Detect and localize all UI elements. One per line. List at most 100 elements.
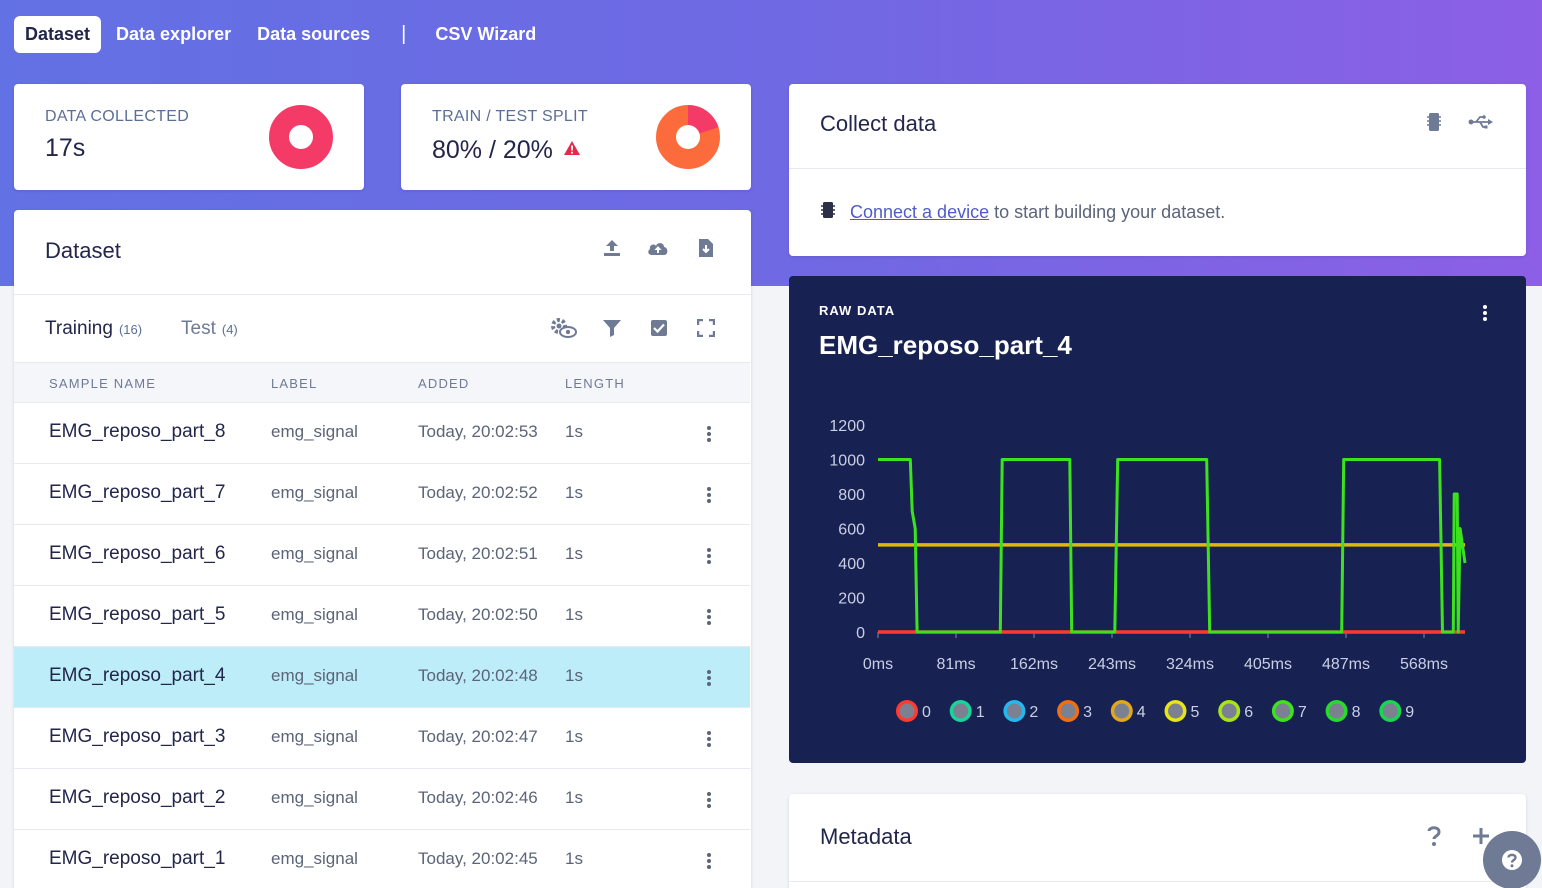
legend-swatch-inner-7 bbox=[1275, 703, 1291, 719]
added-cell: Today, 20:02:52 bbox=[418, 483, 538, 502]
data-collected-title: DATA COLLECTED bbox=[45, 108, 190, 125]
connect-device-link[interactable]: Connect a device bbox=[850, 202, 989, 223]
table-row[interactable]: EMG_reposo_part_4 emg_signal Today, 20:02:… bbox=[14, 647, 750, 708]
label-cell: emg_signal bbox=[271, 788, 358, 807]
label-cell: emg_signal bbox=[271, 666, 358, 685]
table-row[interactable]: EMG_reposo_part_3 emg_signal Today, 20:02:… bbox=[14, 708, 750, 769]
help-fab-button[interactable] bbox=[1483, 831, 1541, 888]
legend-swatch-inner-4 bbox=[1114, 703, 1130, 719]
legend-label-5: 5 bbox=[1191, 704, 1200, 721]
question-circle-icon bbox=[1502, 850, 1522, 870]
length-cell: 1s bbox=[565, 422, 583, 441]
sample-name-cell: EMG_reposo_part_3 bbox=[49, 726, 226, 747]
row-menu-icon[interactable] bbox=[703, 606, 715, 628]
row-menu-icon[interactable] bbox=[703, 545, 715, 567]
sample-name-cell: EMG_reposo_part_8 bbox=[49, 421, 226, 442]
collect-data-card: Collect data Connect a device to start b… bbox=[789, 84, 1526, 256]
legend-label-6: 6 bbox=[1244, 704, 1253, 721]
legend-label-8: 8 bbox=[1352, 704, 1361, 721]
download-file-icon[interactable] bbox=[694, 236, 718, 260]
table-row[interactable]: EMG_reposo_part_7 emg_signal Today, 20:02:… bbox=[14, 464, 750, 525]
col-sample-name[interactable]: SAMPLE NAME bbox=[49, 376, 156, 391]
y-tick-label: 600 bbox=[838, 522, 865, 539]
row-menu-icon[interactable] bbox=[703, 484, 715, 506]
table-row[interactable]: EMG_reposo_part_1 emg_signal Today, 20:02:… bbox=[14, 830, 750, 888]
col-length[interactable]: LENGTH bbox=[565, 376, 625, 391]
data-collected-value: 17s bbox=[45, 134, 86, 162]
top-nav: Dataset Data explorer Data sources | CSV… bbox=[14, 16, 551, 53]
tab-data-explorer[interactable]: Data explorer bbox=[105, 16, 242, 53]
added-cell: Today, 20:02:51 bbox=[418, 544, 538, 563]
tab-training[interactable]: Training (16) bbox=[45, 318, 142, 340]
table-row[interactable]: EMG_reposo_part_2 emg_signal Today, 20:02:… bbox=[14, 769, 750, 830]
legend-label-3: 3 bbox=[1083, 704, 1092, 721]
metadata-title: Metadata bbox=[820, 824, 912, 849]
test-tab-label: Test bbox=[181, 318, 216, 339]
warning-icon[interactable] bbox=[563, 134, 581, 163]
sample-name-cell: EMG_reposo_part_1 bbox=[49, 848, 226, 869]
added-cell: Today, 20:02:47 bbox=[418, 727, 538, 746]
row-menu-icon[interactable] bbox=[703, 850, 715, 872]
row-menu-icon[interactable] bbox=[703, 728, 715, 750]
tab-csv-wizard[interactable]: CSV Wizard bbox=[424, 16, 547, 53]
filter-icon[interactable] bbox=[600, 316, 624, 340]
table-row[interactable]: EMG_reposo_part_5 emg_signal Today, 20:02:… bbox=[14, 586, 750, 647]
sample-name-cell: EMG_reposo_part_4 bbox=[49, 665, 226, 686]
table-row[interactable]: EMG_reposo_part_6 emg_signal Today, 20:02:… bbox=[14, 525, 750, 586]
added-cell: Today, 20:02:46 bbox=[418, 788, 538, 807]
row-menu-icon[interactable] bbox=[703, 667, 715, 689]
x-tick-label: 324ms bbox=[1166, 656, 1214, 673]
length-cell: 1s bbox=[565, 788, 583, 807]
data-collected-card: DATA COLLECTED 17s bbox=[14, 84, 364, 190]
usb-icon[interactable] bbox=[1467, 110, 1495, 134]
tab-dataset[interactable]: Dataset bbox=[14, 16, 102, 53]
legend-swatch-inner-8 bbox=[1329, 703, 1345, 719]
raw-data-menu-icon[interactable] bbox=[1479, 302, 1491, 324]
train-test-card: TRAIN / TEST SPLIT 80% / 20% bbox=[401, 84, 751, 190]
tab-data-sources[interactable]: Data sources bbox=[246, 16, 381, 53]
tab-test[interactable]: Test (4) bbox=[181, 318, 238, 340]
x-tick-label: 243ms bbox=[1088, 656, 1136, 673]
table-row[interactable]: EMG_reposo_part_8 emg_signal Today, 20:02:… bbox=[14, 403, 750, 464]
expand-icon[interactable] bbox=[694, 316, 718, 340]
device-chip-icon[interactable] bbox=[1422, 110, 1446, 134]
collect-divider bbox=[789, 168, 1526, 169]
legend-swatch-inner-1 bbox=[953, 703, 969, 719]
row-menu-icon[interactable] bbox=[703, 423, 715, 445]
table-header: SAMPLE NAME LABEL ADDED LENGTH bbox=[14, 362, 750, 403]
dataset-panel: Dataset Training (16) Test (4) SAMPLE NAME… bbox=[14, 210, 751, 888]
train-test-split-text: 80% / 20% bbox=[432, 136, 553, 164]
legend-swatch-inner-2 bbox=[1006, 703, 1022, 719]
row-menu-icon[interactable] bbox=[703, 789, 715, 811]
raw-data-sample-name: EMG_reposo_part_4 bbox=[819, 330, 1072, 360]
col-label[interactable]: LABEL bbox=[271, 376, 317, 391]
dataset-header-divider bbox=[14, 294, 751, 295]
training-count: (16) bbox=[118, 322, 143, 337]
select-checkbox-icon[interactable] bbox=[647, 316, 671, 340]
connect-device-text: to start building your dataset. bbox=[994, 202, 1226, 222]
x-tick-label: 162ms bbox=[1010, 656, 1058, 673]
legend-label-9: 9 bbox=[1405, 704, 1414, 721]
y-tick-label: 0 bbox=[856, 625, 865, 642]
nav-separator: | bbox=[401, 23, 407, 45]
legend-label-1: 1 bbox=[976, 704, 985, 721]
col-added[interactable]: ADDED bbox=[418, 376, 470, 391]
raw-data-panel: 0 200 400 600 800 1000 1200 0ms 81ms 162ms 243ms 32… bbox=[789, 276, 1526, 763]
gear-eye-icon[interactable] bbox=[548, 316, 578, 340]
x-tick-label: 405ms bbox=[1244, 656, 1292, 673]
y-tick-label: 1200 bbox=[829, 418, 865, 435]
cloud-upload-icon[interactable] bbox=[646, 236, 670, 260]
added-cell: Today, 20:02:45 bbox=[418, 849, 538, 868]
help-question-icon[interactable] bbox=[1422, 824, 1446, 848]
collect-data-title: Collect data bbox=[820, 111, 937, 136]
legend-swatch-inner-9 bbox=[1382, 703, 1398, 719]
legend-label-0: 0 bbox=[922, 704, 931, 721]
length-cell: 1s bbox=[565, 727, 583, 746]
length-cell: 1s bbox=[565, 666, 583, 685]
upload-icon[interactable] bbox=[600, 236, 624, 260]
x-tick-label: 568ms bbox=[1400, 656, 1448, 673]
train-test-value: 80% / 20% bbox=[432, 134, 581, 165]
test-count: (4) bbox=[221, 322, 238, 337]
legend-label-7: 7 bbox=[1298, 704, 1307, 721]
added-cell: Today, 20:02:50 bbox=[418, 605, 538, 624]
